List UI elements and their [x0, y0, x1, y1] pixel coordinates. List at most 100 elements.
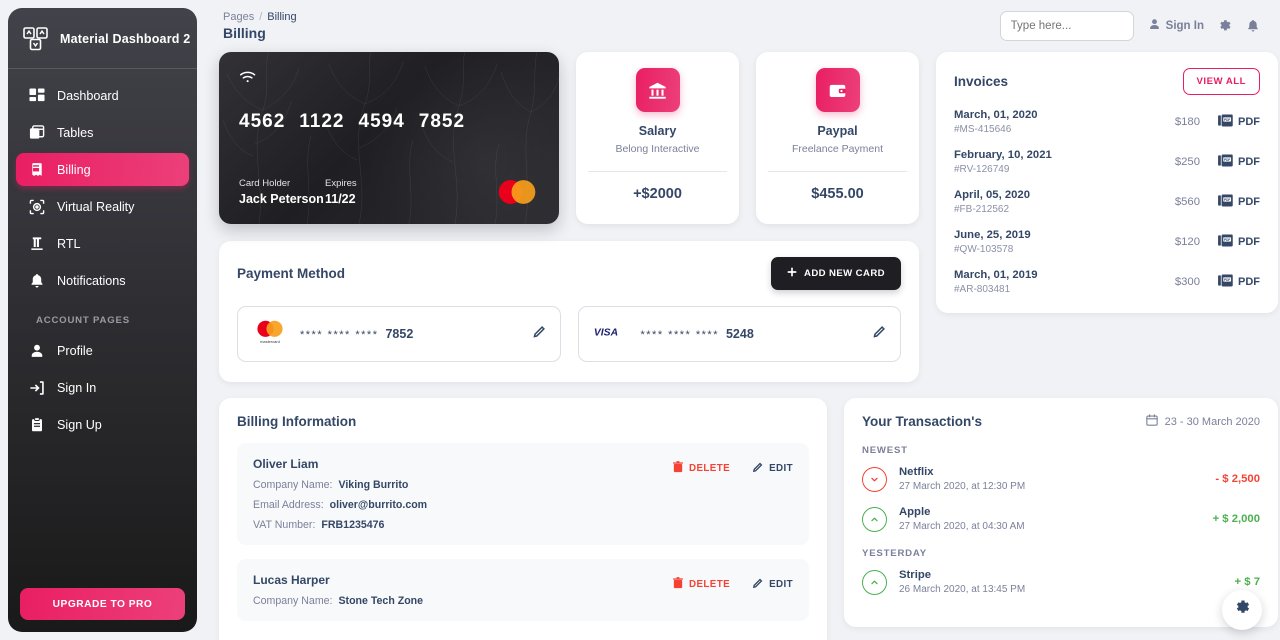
invoice-row[interactable]: March, 01, 2019 #AR-803481 $300 PDF PDF — [954, 269, 1260, 295]
edit-button[interactable]: EDIT — [752, 577, 793, 592]
edit-pencil-icon[interactable] — [872, 325, 886, 344]
invoice-pdf-button[interactable]: PDF PDF — [1218, 154, 1260, 170]
email-label: Email Address: — [253, 499, 324, 511]
credit-card[interactable]: 4562 1122 4594 7852 Card Holder Jack Peters… — [219, 52, 559, 224]
main-content: Pages / Billing Billing Sign In — [205, 0, 1280, 640]
invoice-row[interactable]: April, 05, 2020 #FB-212562 $560 PDF PDF — [954, 189, 1260, 215]
transaction-name: Netflix — [899, 466, 934, 478]
credit-card-body: 4562 1122 4594 7852 Card Holder Jack Peters… — [219, 52, 559, 224]
view-all-button[interactable]: VIEW ALL — [1182, 68, 1260, 95]
left-column: 4562 1122 4594 7852 Card Holder Jack Peters… — [219, 52, 919, 382]
sidebar-item-profile[interactable]: Profile — [16, 334, 189, 367]
sidebar-item-sign-up[interactable]: Sign Up — [16, 408, 189, 441]
summary-card-subtitle: Freelance Payment — [791, 143, 884, 155]
card-number-group: 4562 — [239, 111, 286, 132]
person-icon — [28, 342, 45, 359]
company-value: Stone Tech Zone — [338, 595, 424, 607]
bell-icon — [28, 272, 45, 289]
invoice-id: #AR-803481 — [954, 284, 1011, 295]
chevron-down-icon — [862, 466, 887, 492]
pdf-label: PDF — [1238, 196, 1260, 208]
card-number-group: 1122 — [299, 111, 345, 132]
sidebar-item-sign-in[interactable]: Sign In — [16, 371, 189, 404]
sidebar-nav: Dashboard Tables Billing Virtual Reality… — [8, 69, 197, 445]
bell-icon[interactable] — [1246, 19, 1260, 33]
invoice-pdf-button[interactable]: PDF PDF — [1218, 234, 1260, 250]
svg-text:VISA: VISA — [593, 328, 617, 338]
sidebar-item-billing[interactable]: Billing — [16, 153, 189, 186]
sidebar-item-notifications[interactable]: Notifications — [16, 264, 189, 297]
delete-button[interactable]: DELETE — [673, 461, 730, 476]
edit-pencil-icon[interactable] — [532, 325, 546, 344]
transactions-title: Your Transaction's — [862, 414, 982, 429]
sidebar-item-virtual-reality[interactable]: Virtual Reality — [16, 190, 189, 223]
sidebar-item-tables[interactable]: Tables — [16, 116, 189, 149]
payment-card-mastercard[interactable]: mastercard **** **** **** 7852 — [237, 306, 561, 362]
bank-icon — [635, 68, 680, 112]
search-input[interactable] — [999, 11, 1134, 41]
sign-in-link[interactable]: Sign In — [1148, 18, 1204, 34]
gear-icon[interactable] — [1218, 19, 1232, 33]
transaction-row[interactable]: Apple 27 March 2020, at 04:30 AM + $ 2,0… — [862, 506, 1260, 532]
invoice-date: March, 01, 2020 — [954, 109, 1038, 121]
transaction-amount: - $ 2,500 — [1215, 473, 1260, 485]
settings-fab-button[interactable] — [1222, 590, 1262, 630]
invoice-pdf-button[interactable]: PDF PDF — [1218, 194, 1260, 210]
mastercard-logo-icon — [495, 178, 539, 206]
invoice-amount: $250 — [1174, 156, 1200, 168]
sidebar-panel: Material Dashboard 2 Dashboard Tables Bi… — [8, 8, 197, 632]
billing-entry-actions: DELETE EDIT — [673, 461, 793, 476]
transaction-row[interactable]: Netflix 27 March 2020, at 12:30 PM - $ 2… — [862, 466, 1260, 492]
pdf-icon: PDF — [1218, 154, 1233, 170]
invoice-row[interactable]: June, 25, 2019 #QW-103578 $120 PDF PDF — [954, 229, 1260, 255]
svg-text:PDF: PDF — [1224, 158, 1230, 162]
date-range[interactable]: 23 - 30 March 2020 — [1145, 414, 1260, 429]
card-footer: Card Holder Jack Peterson Expires 11/22 — [239, 178, 539, 206]
pdf-label: PDF — [1238, 156, 1260, 168]
app-logo-icon — [22, 26, 50, 52]
card-mask: **** **** **** — [300, 329, 379, 341]
transactions-panel: Your Transaction's 23 - 30 March 2020 NE… — [844, 398, 1278, 627]
transaction-amount: + $ 7 — [1234, 576, 1260, 588]
person-icon — [1148, 18, 1161, 34]
invoice-pdf-button[interactable]: PDF PDF — [1218, 114, 1260, 130]
svg-text:PDF: PDF — [1224, 238, 1230, 242]
payment-method-header: Payment Method ADD NEW CARD — [237, 257, 901, 290]
invoice-pdf-button[interactable]: PDF PDF — [1218, 274, 1260, 290]
dashboard-icon — [28, 87, 45, 104]
edit-button[interactable]: EDIT — [752, 461, 793, 476]
vr-icon — [28, 198, 45, 215]
invoice-row[interactable]: March, 01, 2020 #MS-415646 $180 PDF PDF — [954, 109, 1260, 135]
pdf-label: PDF — [1238, 116, 1260, 128]
summary-card-salary[interactable]: Salary Belong Interactive +$2000 — [576, 52, 739, 224]
app-root: Material Dashboard 2 Dashboard Tables Bi… — [0, 0, 1280, 640]
card-holder-label: Card Holder — [239, 178, 291, 189]
card-expires-value: 11/22 — [325, 192, 356, 206]
sidebar-item-rtl[interactable]: RTL — [16, 227, 189, 260]
sidebar-section-label: ACCOUNT PAGES — [36, 315, 130, 326]
company-label: Company Name: — [253, 479, 333, 491]
billing-entry-company: Company Name: Viking Burrito — [253, 479, 793, 491]
card-last4: 7852 — [385, 327, 414, 341]
add-new-card-label: ADD NEW CARD — [803, 268, 885, 279]
pdf-icon: PDF — [1218, 274, 1233, 290]
breadcrumb-root[interactable]: Pages — [223, 11, 254, 23]
add-new-card-button[interactable]: ADD NEW CARD — [770, 257, 901, 290]
transaction-row[interactable]: Stripe 26 March 2020, at 13:45 PM + $ 7 — [862, 569, 1260, 595]
upgrade-to-pro-button[interactable]: UPGRADE TO PRO — [20, 588, 185, 620]
invoice-row[interactable]: February, 10, 2021 #RV-126749 $250 PDF P… — [954, 149, 1260, 175]
sidebar-item-label: Profile — [57, 343, 93, 358]
delete-button[interactable]: DELETE — [673, 577, 730, 592]
sign-in-label: Sign In — [1165, 20, 1204, 32]
summary-card-paypal[interactable]: Paypal Freelance Payment $455.00 — [756, 52, 919, 224]
billing-information-title: Billing Information — [237, 414, 357, 429]
date-range-label: 23 - 30 March 2020 — [1164, 415, 1260, 428]
masked-card-number: **** **** **** 7852 — [300, 327, 413, 341]
sidebar-item-dashboard[interactable]: Dashboard — [16, 79, 189, 112]
transaction-name: Stripe — [899, 569, 932, 581]
brand[interactable]: Material Dashboard 2 — [8, 8, 197, 69]
invoice-date: March, 01, 2019 — [954, 269, 1038, 281]
vat-value: FRB1235476 — [321, 519, 385, 531]
card-last4: 5248 — [725, 327, 754, 341]
payment-card-visa[interactable]: VISA **** **** **** 5248 — [577, 306, 901, 362]
